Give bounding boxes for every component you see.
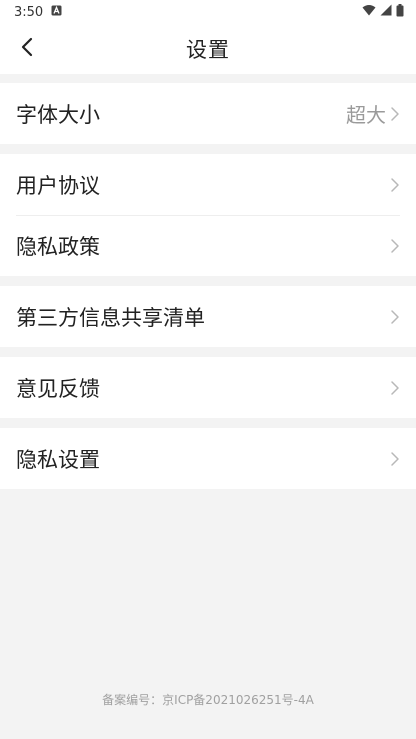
settings-group-legal: 用户协议 隐私政策 <box>0 154 416 276</box>
settings-group-display: 字体大小 超大 <box>0 83 416 144</box>
chevron-right-icon <box>390 380 400 396</box>
chevron-left-icon <box>21 37 33 61</box>
status-bar: 3:50 <box>0 0 416 24</box>
settings-group-privacy: 隐私设置 <box>0 428 416 489</box>
icp-footer: 备案编号：京ICP备2021026251号-4A <box>102 693 314 707</box>
setting-feedback[interactable]: 意见反馈 <box>0 357 416 418</box>
battery-icon <box>396 3 404 21</box>
setting-label: 用户协议 <box>16 173 100 198</box>
back-button[interactable] <box>10 32 44 66</box>
setting-privacy-settings[interactable]: 隐私设置 <box>0 428 416 489</box>
setting-third-party-list[interactable]: 第三方信息共享清单 <box>0 286 416 347</box>
notification-a-icon <box>51 5 62 20</box>
wifi-icon <box>362 4 376 20</box>
chevron-right-icon <box>390 106 400 122</box>
setting-label: 隐私设置 <box>16 447 100 472</box>
setting-font-size[interactable]: 字体大小 超大 <box>0 83 416 144</box>
setting-user-agreement[interactable]: 用户协议 <box>0 154 416 215</box>
chevron-right-icon <box>390 177 400 193</box>
chevron-right-icon <box>390 238 400 254</box>
settings-group-feedback: 意见反馈 <box>0 357 416 418</box>
signal-icon <box>380 4 392 20</box>
chevron-right-icon <box>390 309 400 325</box>
setting-label: 第三方信息共享清单 <box>16 305 205 330</box>
chevron-right-icon <box>390 451 400 467</box>
app-bar: 设置 <box>0 24 416 74</box>
setting-label: 字体大小 <box>16 102 100 127</box>
settings-group-third-party: 第三方信息共享清单 <box>0 286 416 347</box>
page-title: 设置 <box>186 38 230 62</box>
setting-label: 意见反馈 <box>16 376 100 401</box>
setting-privacy-policy[interactable]: 隐私政策 <box>0 215 416 276</box>
setting-value: 超大 <box>346 103 386 127</box>
setting-label: 隐私政策 <box>16 234 100 259</box>
status-time: 3:50 <box>14 4 44 20</box>
